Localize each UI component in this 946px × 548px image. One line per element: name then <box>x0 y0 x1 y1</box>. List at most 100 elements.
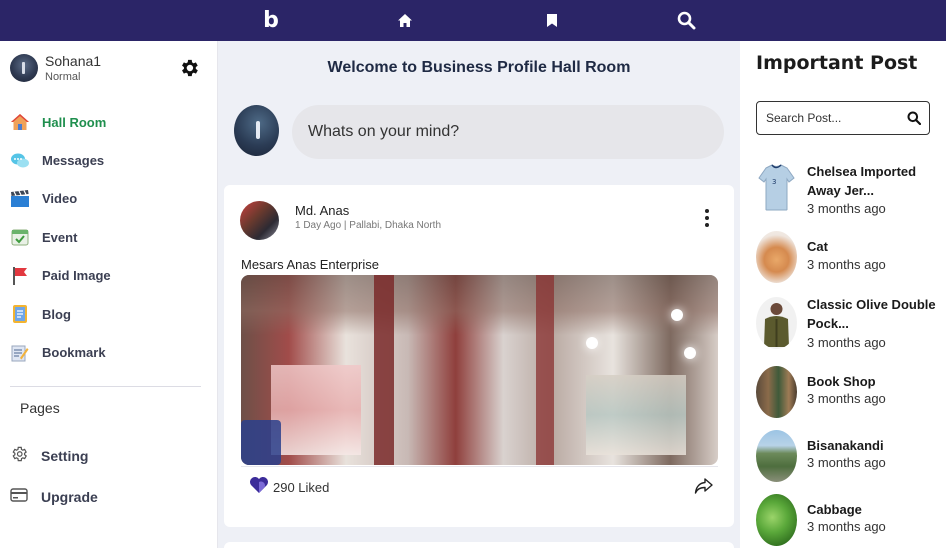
important-post-item[interactable]: Cat 3 months ago <box>756 231 941 285</box>
post-time: 3 months ago <box>807 201 886 216</box>
post-image[interactable] <box>241 275 718 465</box>
nav-item-hall-room[interactable]: Hall Room <box>0 103 218 141</box>
nav-label: Bookmark <box>42 345 106 361</box>
post-author[interactable]: Md. Anas <box>295 203 349 218</box>
dot-icon <box>705 223 709 228</box>
left-sidebar: Sohana1 Normal Hall Room Messages Video <box>0 41 218 548</box>
post-time: 3 months ago <box>807 257 886 272</box>
nav-item-bookmark[interactable]: Bookmark <box>0 333 218 371</box>
upgrade-label: Upgrade <box>41 489 98 505</box>
page-title: Welcome to Business Profile Hall Room <box>327 59 631 76</box>
nav-label: Event <box>42 229 78 245</box>
image-light <box>684 347 696 359</box>
important-post-item[interactable]: Cabbage 3 months ago <box>756 494 941 546</box>
composer-avatar[interactable] <box>234 105 279 156</box>
like-count: 290 Liked <box>273 480 330 495</box>
post-thumbnail <box>756 297 797 349</box>
post-thumbnail <box>756 430 797 482</box>
chat-bubbles-icon <box>10 151 30 171</box>
logo[interactable]: b <box>256 0 286 41</box>
search-box <box>756 101 930 135</box>
top-navbar: b <box>0 0 946 41</box>
post-caption: Mesars Anas Enterprise <box>241 257 380 272</box>
dot-icon <box>705 208 709 213</box>
post-title: Cabbage <box>807 502 862 517</box>
main-feed: Welcome to Business Profile Hall Room Md… <box>218 41 740 548</box>
nav-item-blog[interactable]: Blog <box>0 295 218 333</box>
more-options-button[interactable] <box>700 207 714 229</box>
flag-icon <box>10 266 30 286</box>
svg-text:3: 3 <box>772 178 776 186</box>
right-sidebar: Important Post 3 Chelsea Imported Away J… <box>740 41 946 548</box>
search-icon[interactable] <box>907 111 922 126</box>
post-title: Classic Olive Double Pock... <box>807 297 936 331</box>
post-thumbnail <box>756 366 797 418</box>
important-post-item[interactable]: Bisanakandi 3 months ago <box>756 430 941 482</box>
nav-item-video[interactable]: Video <box>0 180 218 218</box>
main-nav: Hall Room Messages Video Event Paid Imag… <box>0 103 218 372</box>
post-time: 3 months ago <box>807 455 886 470</box>
image-shelf <box>271 365 361 455</box>
nav-label: Video <box>42 191 78 207</box>
nav-item-setting[interactable]: Setting <box>10 444 88 468</box>
nav-label: Messages <box>42 153 105 169</box>
nav-item-paid-image[interactable]: Paid Image <box>0 257 218 295</box>
nav-label: Paid Image <box>42 268 111 284</box>
important-post-item[interactable]: Book Shop 3 months ago <box>756 366 941 418</box>
post-title: Chelsea Imported Away Jer... <box>807 164 917 198</box>
user-name: Sohana1 <box>45 53 102 69</box>
important-post-item[interactable]: Classic Olive Double Pock... 3 months ag… <box>756 297 941 353</box>
post-thumbnail <box>756 494 797 546</box>
important-post-item[interactable]: 3 Chelsea Imported Away Jer... 3 months … <box>756 162 941 218</box>
bookmark-icon[interactable] <box>537 0 567 41</box>
image-pole <box>374 275 394 465</box>
post-title: Bisanakandi <box>807 438 884 453</box>
post-title: Cat <box>807 239 828 254</box>
author-avatar[interactable] <box>240 201 279 240</box>
house-icon <box>10 112 30 132</box>
post-time: 3 months ago <box>807 335 886 350</box>
divider <box>241 466 718 467</box>
credit-card-icon <box>10 487 28 508</box>
important-post-heading: Important Post <box>756 52 918 74</box>
notebook-icon <box>10 304 30 324</box>
image-light <box>586 337 598 349</box>
nav-label: Hall Room <box>42 114 107 130</box>
user-profile[interactable]: Sohana1 Normal <box>10 51 210 87</box>
like-button[interactable]: 290 Liked <box>249 476 329 499</box>
nav-item-messages[interactable]: Messages <box>0 141 218 179</box>
image-basket <box>241 420 281 465</box>
gear-icon[interactable] <box>178 57 200 79</box>
share-icon[interactable] <box>694 477 714 495</box>
post-meta: 1 Day Ago | Pallabi, Dhaka North <box>295 220 442 231</box>
post-title: Book Shop <box>807 374 876 389</box>
divider <box>10 386 201 387</box>
post-composer-input[interactable] <box>292 105 724 159</box>
image-roof <box>241 275 718 335</box>
post-time: 3 months ago <box>807 391 886 406</box>
pages-heading: Pages <box>20 400 60 416</box>
heart-icon <box>249 476 269 499</box>
setting-label: Setting <box>41 448 89 464</box>
post-card: Md. Anas 1 Day Ago | Pallabi, Dhaka Nort… <box>224 185 734 527</box>
nav-item-upgrade[interactable]: Upgrade <box>10 485 98 509</box>
search-icon[interactable] <box>671 0 701 41</box>
clapperboard-icon <box>10 189 30 209</box>
post-thumbnail: 3 <box>756 162 797 214</box>
home-icon[interactable] <box>390 0 420 41</box>
calendar-icon <box>10 227 30 247</box>
settings-icon <box>10 445 28 468</box>
memo-icon <box>10 343 30 363</box>
user-role: Normal <box>45 71 81 83</box>
image-light <box>671 309 683 321</box>
image-pole <box>536 275 554 465</box>
avatar[interactable] <box>10 54 38 82</box>
dot-icon <box>705 215 709 220</box>
post-card <box>224 542 734 548</box>
nav-label: Blog <box>42 306 71 322</box>
post-thumbnail <box>756 231 797 283</box>
post-time: 3 months ago <box>807 519 886 534</box>
image-shelf <box>586 375 686 455</box>
nav-item-event[interactable]: Event <box>0 218 218 256</box>
search-post-input[interactable] <box>766 102 901 134</box>
